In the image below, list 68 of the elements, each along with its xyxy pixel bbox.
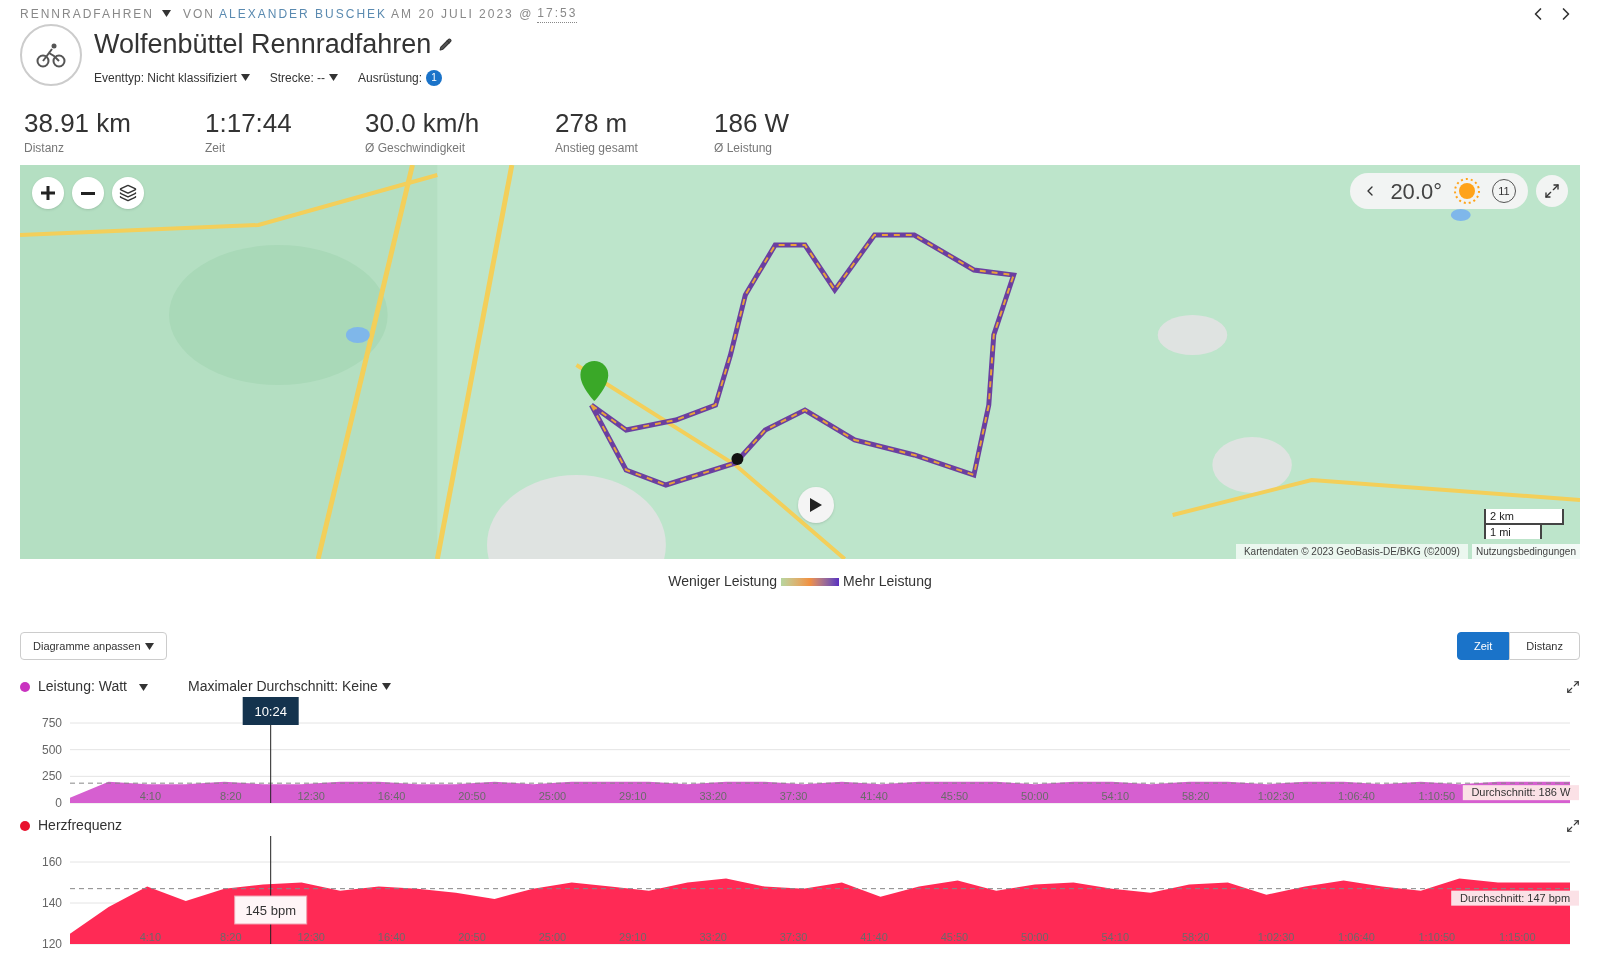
x-tick-label: 58:20 [1181,931,1210,943]
time-tooltip: 10:24 [242,697,299,725]
x-tick-label: 29:10 [619,931,647,943]
stat-label: Distanz [24,140,65,157]
stat-value: 30.0 km/h [365,106,481,139]
date-text: AM 20 JULI 2023 @ [391,5,534,23]
temperature: 20.0° [1390,177,1442,206]
ref-line-label: Durchschnitt: 186 W [1471,786,1572,799]
x-tick-label: 20:50 [458,790,486,802]
legend-high-label: Mehr Leistung [843,572,932,591]
y-tick-label: 750 [41,716,62,730]
activity-title: Wolfenbüttel Rennradfahren [94,28,432,61]
x-tick-label: 1:10:50 [1418,790,1456,802]
stat-label: Ø Geschwindigkeit [365,140,467,157]
x-tick-label: 54:10 [1101,790,1129,802]
x-tick-label: 29:10 [619,790,647,802]
x-tick-label: 41:40 [860,790,888,802]
x-tick-label: 1:02:30 [1257,931,1295,943]
x-tick-label: 16:40 [377,790,406,802]
x-tick-label: 58:20 [1181,790,1210,802]
x-tick-label: 20:50 [458,931,486,943]
x-tick-label: 12:30 [297,931,325,943]
x-tick-label: 45:50 [940,790,969,802]
map-scale: 2 km [1484,509,1564,525]
x-tick-label: 4:10 [139,931,162,943]
y-tick-label: 140 [41,896,62,910]
x-tick-label: 25:00 [538,931,567,943]
stat-value: 278 m [555,106,629,139]
x-tick-label: 37:30 [779,931,808,943]
equipment-label: Ausrüstung: [358,69,423,87]
y-tick-label: 120 [41,937,62,948]
x-tick-label: 8:20 [220,790,242,802]
x-tick-label: 33:20 [699,931,727,943]
y-tick-label: 250 [41,769,62,784]
stat-label: Ø Leistung [714,140,774,157]
time-text: 17:53 [537,4,578,23]
map-scale: 1 mi [1484,525,1542,539]
stat-label: Zeit [205,140,226,157]
x-tick-label: 1:06:40 [1338,931,1375,943]
x-tick-label: 1:02:30 [1257,790,1295,802]
ref-line-label: Durchschnitt: 147 bpm [1460,891,1571,904]
stat-value: 186 W [714,106,791,139]
average-label: Durchschnitt: 186 W [1462,785,1579,801]
x-tick-label: 33:20 [699,790,727,802]
x-tick-label: 4:10 [139,790,162,802]
y-tick-label: 500 [41,742,62,757]
x-tick-label: 45:50 [940,931,969,943]
x-tick-label: 8:20 [220,931,242,943]
stat-value: 38.91 km [24,106,132,139]
value-tooltip: 145 bpm [234,895,308,925]
x-tick-label: 54:10 [1101,931,1129,943]
stat-value: 1:17:44 [205,106,293,139]
legend-low-label: Weniger Leistung [668,572,777,591]
x-tick-label: 12:30 [297,790,325,802]
y-tick-label: 0 [55,796,62,807]
x-tick-label: 50:00 [1021,931,1049,943]
x-tick-label: 16:40 [377,931,406,943]
x-tick-label: 25:00 [538,790,567,802]
x-tick-label: 1:06:40 [1338,790,1375,802]
x-tick-label: 37:30 [779,790,808,802]
map-attribution: Kartendaten © 2023 GeoBasis-DE/BKG (©2009) [1235,544,1468,559]
x-tick-label: 41:40 [860,931,888,943]
x-tick-label: 50:00 [1021,790,1049,802]
by-label: VON [183,5,216,23]
y-tick-label: 160 [41,855,62,869]
x-tick-label: 1:15:00 [1498,931,1536,943]
stat-label: Anstieg gesamt [555,140,639,157]
x-tick-label: 1:10:50 [1418,931,1456,943]
